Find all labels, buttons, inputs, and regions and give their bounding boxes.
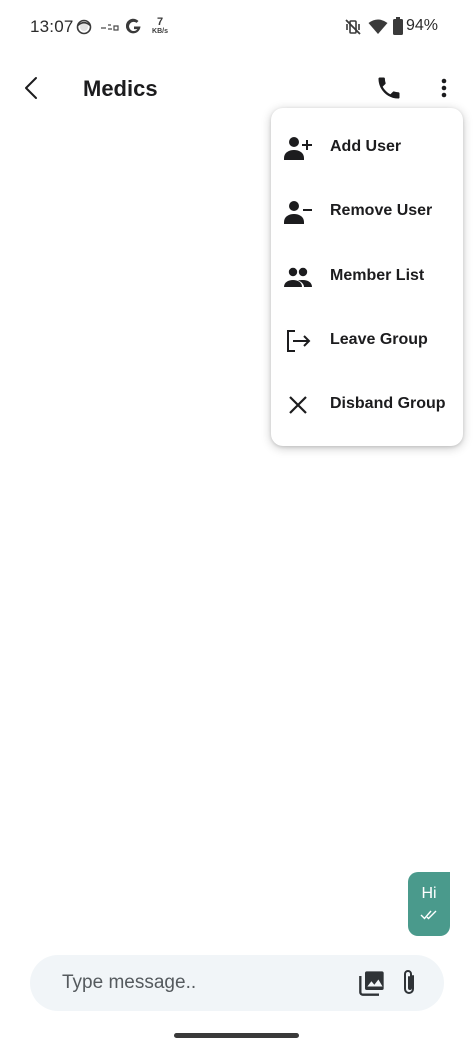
gallery-button[interactable] (358, 969, 386, 997)
menu-label-member-list: Member List (330, 267, 425, 284)
overflow-menu: Add User Remove User Member List Leave G… (271, 108, 463, 446)
phone-icon (378, 77, 400, 99)
menu-item-add-user[interactable]: Add User (271, 116, 463, 180)
google-icon (126, 18, 141, 34)
menu-item-member-list[interactable]: Member List (271, 245, 463, 309)
group-icon (284, 267, 312, 287)
vibrate-off-icon (345, 19, 361, 35)
home-indicator[interactable] (174, 1033, 299, 1038)
net-speed-value: 7 (156, 16, 164, 28)
attachment-icon (404, 970, 414, 994)
net-speed: 7 KB/s (150, 17, 170, 36)
more-options-button[interactable] (433, 74, 455, 102)
status-time: 13:07 (30, 17, 74, 36)
message-composer (30, 955, 444, 1011)
menu-item-remove-user[interactable]: Remove User (271, 180, 463, 244)
double-check-icon (420, 910, 437, 920)
back-arrow-icon (25, 77, 37, 99)
face-icon (76, 19, 92, 35)
call-button[interactable] (375, 74, 403, 102)
chat-screen: 13:07 7 KB/s 94% Medics Add User Remove … (0, 0, 473, 1050)
wifi-icon (368, 19, 388, 34)
menu-label-leave-group: Leave Group (330, 331, 428, 348)
more-vertical-icon (441, 78, 447, 98)
net-speed-unit: KB/s (152, 28, 168, 35)
menu-item-disband-group[interactable]: Disband Group (271, 373, 463, 437)
add-user-icon (284, 137, 312, 160)
menu-label-disband-group: Disband Group (330, 395, 446, 412)
remove-user-icon (284, 201, 312, 224)
message-bubble[interactable]: Hi (408, 872, 450, 936)
signal-text-icon (101, 24, 119, 31)
message-input[interactable] (62, 969, 342, 997)
status-bar: 13:07 7 KB/s 94% (0, 0, 473, 56)
close-icon (289, 396, 307, 414)
back-button[interactable] (18, 72, 46, 104)
menu-label-add-user: Add User (330, 138, 402, 155)
chat-title: Medics (83, 76, 158, 101)
battery-icon (393, 17, 403, 35)
photo-library-icon (359, 971, 384, 996)
battery-percent: 94% (406, 17, 439, 34)
menu-item-leave-group[interactable]: Leave Group (271, 309, 463, 373)
message-text: Hi (421, 885, 437, 902)
attach-button[interactable] (398, 968, 420, 998)
logout-icon (287, 330, 311, 352)
menu-label-remove-user: Remove User (330, 202, 433, 219)
